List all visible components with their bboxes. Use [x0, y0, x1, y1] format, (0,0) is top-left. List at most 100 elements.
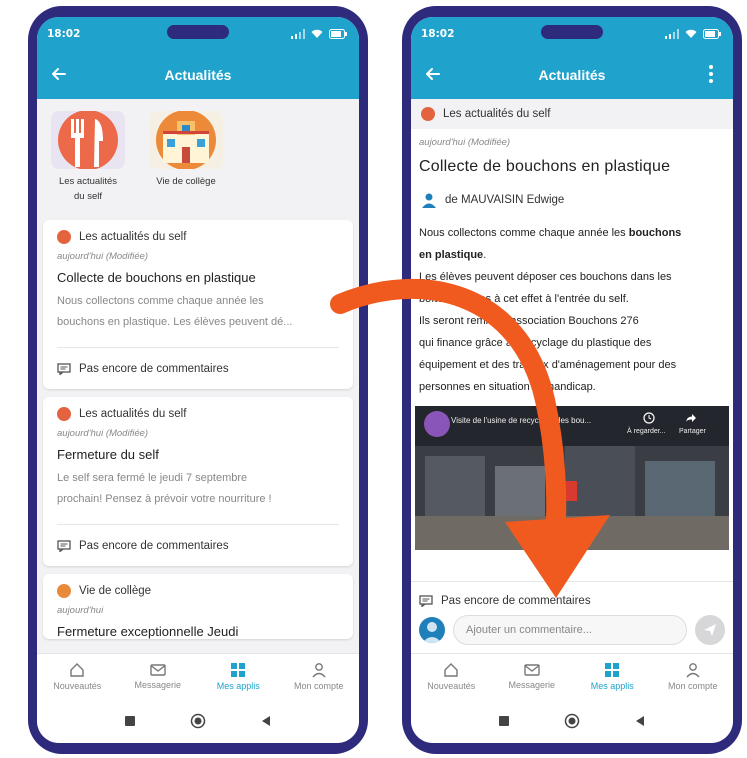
self-icon — [57, 230, 71, 245]
body-line: Ils seront remis à l'association Bouchon… — [419, 315, 639, 327]
app-bar: Actualités — [411, 51, 733, 99]
camera-notch — [167, 25, 229, 39]
video-embed[interactable]: Visite de l'usine de recyclage des bou..… — [415, 406, 729, 550]
card-title: Fermeture du self — [57, 447, 159, 463]
comment-icon — [57, 540, 71, 552]
comment-composer: Ajouter un commentaire... — [411, 607, 733, 653]
app-label-self: Les actualités du self — [59, 175, 117, 204]
school-icon — [57, 584, 71, 599]
user-icon — [686, 663, 700, 678]
card-comments[interactable]: Pas encore de commentaires — [57, 347, 339, 389]
self-icon — [421, 107, 435, 121]
clock-icon[interactable] — [643, 412, 655, 424]
home-circle-icon[interactable] — [190, 713, 206, 729]
nav-label: Mon compte — [667, 681, 718, 691]
battery-icon — [329, 29, 347, 39]
nav-label: Messagerie — [508, 680, 556, 690]
house-icon — [70, 663, 84, 677]
app-shortcuts: Les actualités du self Vie de collège — [37, 99, 359, 213]
comment-input[interactable]: Ajouter un commentaire... — [453, 615, 687, 645]
nav-item-mes-applis[interactable]: Mes applis — [572, 654, 653, 699]
author-name: de MAUVAISIN Edwige — [445, 194, 565, 206]
nav-item-nouveautes[interactable]: Nouveautés — [37, 654, 118, 699]
watch-later-label: À regarder... — [627, 428, 666, 435]
app-tile-college[interactable]: Vie de collège — [145, 111, 227, 204]
self-icon — [57, 407, 71, 422]
status-time: 18:02 — [47, 28, 81, 40]
mail-icon — [150, 664, 166, 676]
phone-right: 18:02 Actualités Les actualités du self … — [402, 6, 742, 754]
body-bold: bouchons — [628, 227, 682, 239]
system-nav-bar — [37, 699, 359, 743]
nav-item-mes-applis[interactable]: Mes applis — [198, 654, 279, 699]
body-line: équipement et des travaux d'aménagement … — [419, 359, 677, 371]
app-label-line: Les actualités — [58, 176, 118, 187]
app-bar: Actualités — [37, 51, 359, 99]
body-line: boîtes prévues à cet effet à l'entrée du… — [419, 293, 629, 305]
screen-left: 18:02 Actualités Les actualités du self … — [37, 17, 359, 743]
phone-left: 18:02 Actualités Les actualités du self … — [28, 6, 368, 754]
news-card[interactable]: Vie de collège aujourd'hui Fermeture exc… — [43, 574, 353, 640]
signal-icon — [665, 29, 679, 39]
status-bar: 18:02 — [37, 17, 359, 51]
nav-item-mon-compte[interactable]: Mon compte — [279, 654, 360, 699]
app-label-line: du self — [74, 190, 102, 202]
stage: 18:02 Actualités Les actualités du self … — [0, 0, 747, 758]
body-text: Nous collectons comme chaque année les — [419, 227, 629, 239]
body-line: qui finance grâce au recyclage du plasti… — [419, 337, 652, 349]
app-label-college: Vie de collège — [156, 175, 216, 190]
page-title: Actualités — [164, 67, 232, 83]
body-line: Les élèves peuvent déposer ces bouchons … — [419, 271, 672, 283]
back-arrow-icon[interactable] — [49, 64, 69, 84]
status-icons — [665, 29, 721, 39]
article-source: Les actualités du self — [411, 99, 733, 129]
excerpt-line: Nous collectons comme chaque année les — [57, 295, 264, 308]
status-time: 18:02 — [421, 28, 455, 40]
card-source-label: Les actualités du self — [79, 231, 187, 244]
video-title: Visite de l'usine de recyclage des bou..… — [451, 416, 592, 425]
card-excerpt: Nous collectons comme chaque année les b… — [57, 291, 339, 333]
grid-icon — [231, 663, 246, 677]
back-arrow-icon[interactable] — [423, 64, 443, 84]
comment-icon — [419, 595, 433, 607]
nav-item-messagerie[interactable]: Messagerie — [118, 654, 199, 699]
card-comments[interactable]: Pas encore de commentaires — [57, 524, 339, 566]
card-source-label: Les actualités du self — [79, 408, 187, 421]
home-circle-icon[interactable] — [564, 713, 580, 729]
avatar-person-icon — [422, 622, 442, 643]
news-card[interactable]: Les actualités du self aujourd'hui (Modi… — [43, 220, 353, 390]
nav-item-messagerie[interactable]: Messagerie — [492, 654, 573, 699]
status-bar: 18:02 — [411, 17, 733, 51]
share-icon[interactable] — [685, 412, 697, 424]
share-label: Partager — [679, 428, 706, 435]
mail-icon — [524, 664, 540, 676]
screen-right: 18:02 Actualités Les actualités du self … — [411, 17, 733, 743]
app-tile-self[interactable]: Les actualités du self — [47, 111, 129, 204]
comments-label: Pas encore de commentaires — [79, 539, 229, 552]
back-triangle-icon[interactable] — [633, 714, 647, 728]
article-comments[interactable]: Pas encore de commentaires — [411, 581, 733, 607]
card-date: aujourd'hui (Modifiée) — [57, 251, 149, 263]
news-card[interactable]: Les actualités du self aujourd'hui (Modi… — [43, 397, 353, 567]
body-line: personnes en situation de handicap. — [419, 381, 596, 393]
user-icon — [312, 663, 326, 678]
card-source-label: Vie de collège — [79, 585, 152, 598]
more-vert-icon[interactable] — [701, 63, 721, 85]
nav-item-nouveautes[interactable]: Nouveautés — [411, 654, 492, 699]
recent-apps-icon[interactable] — [123, 714, 137, 728]
body-text: . — [483, 249, 487, 261]
card-title: Collecte de bouchons en plastique — [57, 270, 256, 286]
article-source-label: Les actualités du self — [443, 108, 551, 120]
bottom-nav: Nouveautés Messagerie Mes applis Mon com… — [411, 653, 733, 699]
card-source: Les actualités du self — [57, 407, 339, 422]
nav-item-mon-compte[interactable]: Mon compte — [653, 654, 734, 699]
back-triangle-icon[interactable] — [259, 714, 273, 728]
house-icon — [444, 663, 458, 677]
nav-label: Nouveautés — [427, 681, 476, 691]
recent-apps-icon[interactable] — [497, 714, 511, 728]
send-button[interactable] — [695, 615, 725, 645]
system-nav-bar — [411, 699, 733, 743]
bottom-nav: Nouveautés Messagerie Mes applis Mon com… — [37, 653, 359, 699]
comments-label: Pas encore de commentaires — [79, 362, 229, 375]
card-source: Les actualités du self — [57, 230, 339, 245]
